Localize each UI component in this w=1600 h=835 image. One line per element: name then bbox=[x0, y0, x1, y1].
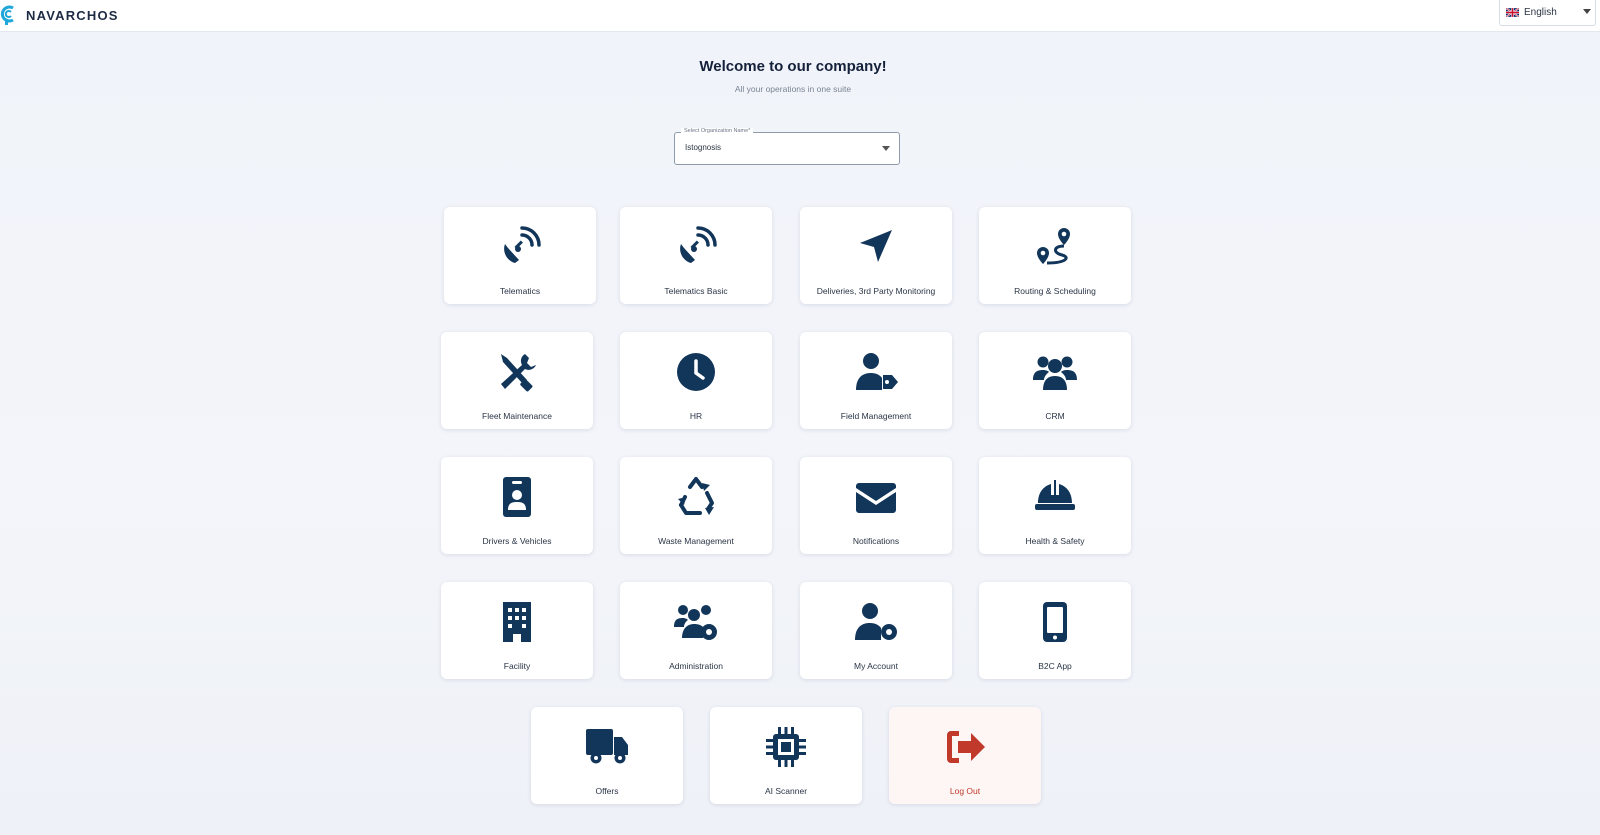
uk-flag-icon bbox=[1506, 8, 1519, 17]
module-card-fleet-maintenance[interactable]: Fleet Maintenance bbox=[441, 332, 593, 429]
logout-label: Log Out bbox=[949, 786, 981, 796]
building-icon bbox=[495, 600, 539, 644]
module-label: Telematics Basic bbox=[664, 286, 728, 296]
module-label: CRM bbox=[1045, 411, 1065, 421]
organization-select[interactable]: Select Organization Name* Istognosis bbox=[674, 128, 900, 165]
module-card-health-safety[interactable]: Health & Safety bbox=[979, 457, 1131, 554]
module-label: Notifications bbox=[852, 536, 900, 546]
module-label: Offers bbox=[595, 786, 619, 796]
module-card-deliveries[interactable]: Deliveries, 3rd Party Monitoring bbox=[800, 207, 952, 304]
module-label: Health & Safety bbox=[1025, 536, 1085, 546]
user-tag-icon bbox=[854, 350, 898, 394]
module-label: My Account bbox=[854, 661, 898, 671]
users-gear-icon bbox=[674, 600, 718, 644]
module-label: Administration bbox=[669, 661, 723, 671]
mobile-icon bbox=[1033, 600, 1077, 644]
module-label: Fleet Maintenance bbox=[482, 411, 552, 421]
module-card-ai-scanner[interactable]: AI Scanner bbox=[710, 707, 862, 804]
module-card-notifications[interactable]: Notifications bbox=[800, 457, 952, 554]
brand-name: NAVARCHOS bbox=[26, 7, 119, 23]
module-label: Field Management bbox=[840, 411, 912, 421]
module-card-drivers-vehicles[interactable]: Drivers & Vehicles bbox=[441, 457, 593, 554]
module-label: Telematics bbox=[499, 286, 541, 296]
module-card-routing-scheduling[interactable]: Routing & Scheduling bbox=[979, 207, 1131, 304]
module-card-my-account[interactable]: My Account bbox=[800, 582, 952, 679]
envelope-icon bbox=[854, 475, 898, 519]
module-label: Drivers & Vehicles bbox=[482, 536, 552, 546]
module-card-telematics-basic[interactable]: Telematics Basic bbox=[620, 207, 772, 304]
route-icon bbox=[1033, 225, 1077, 269]
module-label: AI Scanner bbox=[764, 786, 808, 796]
module-label: Deliveries, 3rd Party Monitoring bbox=[816, 286, 936, 296]
chevron-down-icon bbox=[882, 146, 890, 151]
module-card-offers[interactable]: Offers bbox=[531, 707, 683, 804]
module-label: B2C App bbox=[1038, 661, 1072, 671]
brand[interactable]: NAVARCHOS bbox=[0, 4, 119, 26]
module-label: Facility bbox=[503, 661, 531, 671]
welcome-title: Welcome to our company! bbox=[699, 58, 887, 75]
module-card-hr[interactable]: HR bbox=[620, 332, 772, 429]
module-label: Routing & Scheduling bbox=[1014, 286, 1096, 296]
top-bar: NAVARCHOS English bbox=[0, 0, 1600, 32]
module-label: Waste Management bbox=[658, 536, 734, 546]
module-card-field-management[interactable]: Field Management bbox=[800, 332, 952, 429]
screwdriver-wrench-icon bbox=[495, 350, 539, 394]
welcome-subtitle: All your operations in one suite bbox=[734, 84, 852, 94]
truck-icon bbox=[585, 725, 629, 769]
organization-select-label: Select Organization Name* bbox=[681, 128, 754, 134]
module-card-crm[interactable]: CRM bbox=[979, 332, 1131, 429]
satellite-dish-icon bbox=[498, 225, 542, 269]
module-card-b2c-app[interactable]: B2C App bbox=[979, 582, 1131, 679]
module-card-administration[interactable]: Administration bbox=[620, 582, 772, 679]
module-card-waste-management[interactable]: Waste Management bbox=[620, 457, 772, 554]
user-gear-icon bbox=[854, 600, 898, 644]
clock-icon bbox=[674, 350, 718, 394]
logout-button[interactable]: Log Out bbox=[889, 707, 1041, 804]
module-label: HR bbox=[689, 411, 703, 421]
module-card-facility[interactable]: Facility bbox=[441, 582, 593, 679]
language-select[interactable]: English bbox=[1499, 0, 1596, 26]
recycle-icon bbox=[674, 475, 718, 519]
language-label: English bbox=[1524, 7, 1557, 18]
navarchos-logo-icon bbox=[0, 5, 14, 25]
sign-out-icon bbox=[943, 725, 987, 769]
location-arrow-icon bbox=[854, 225, 898, 269]
organization-select-value: Istognosis bbox=[685, 143, 722, 152]
microchip-icon bbox=[764, 725, 808, 769]
id-badge-icon bbox=[495, 475, 539, 519]
users-icon bbox=[1033, 350, 1077, 394]
module-card-telematics[interactable]: Telematics bbox=[444, 207, 596, 304]
satellite-dish-icon bbox=[674, 225, 718, 269]
chevron-down-icon bbox=[1583, 9, 1591, 14]
helmet-icon bbox=[1033, 475, 1077, 519]
